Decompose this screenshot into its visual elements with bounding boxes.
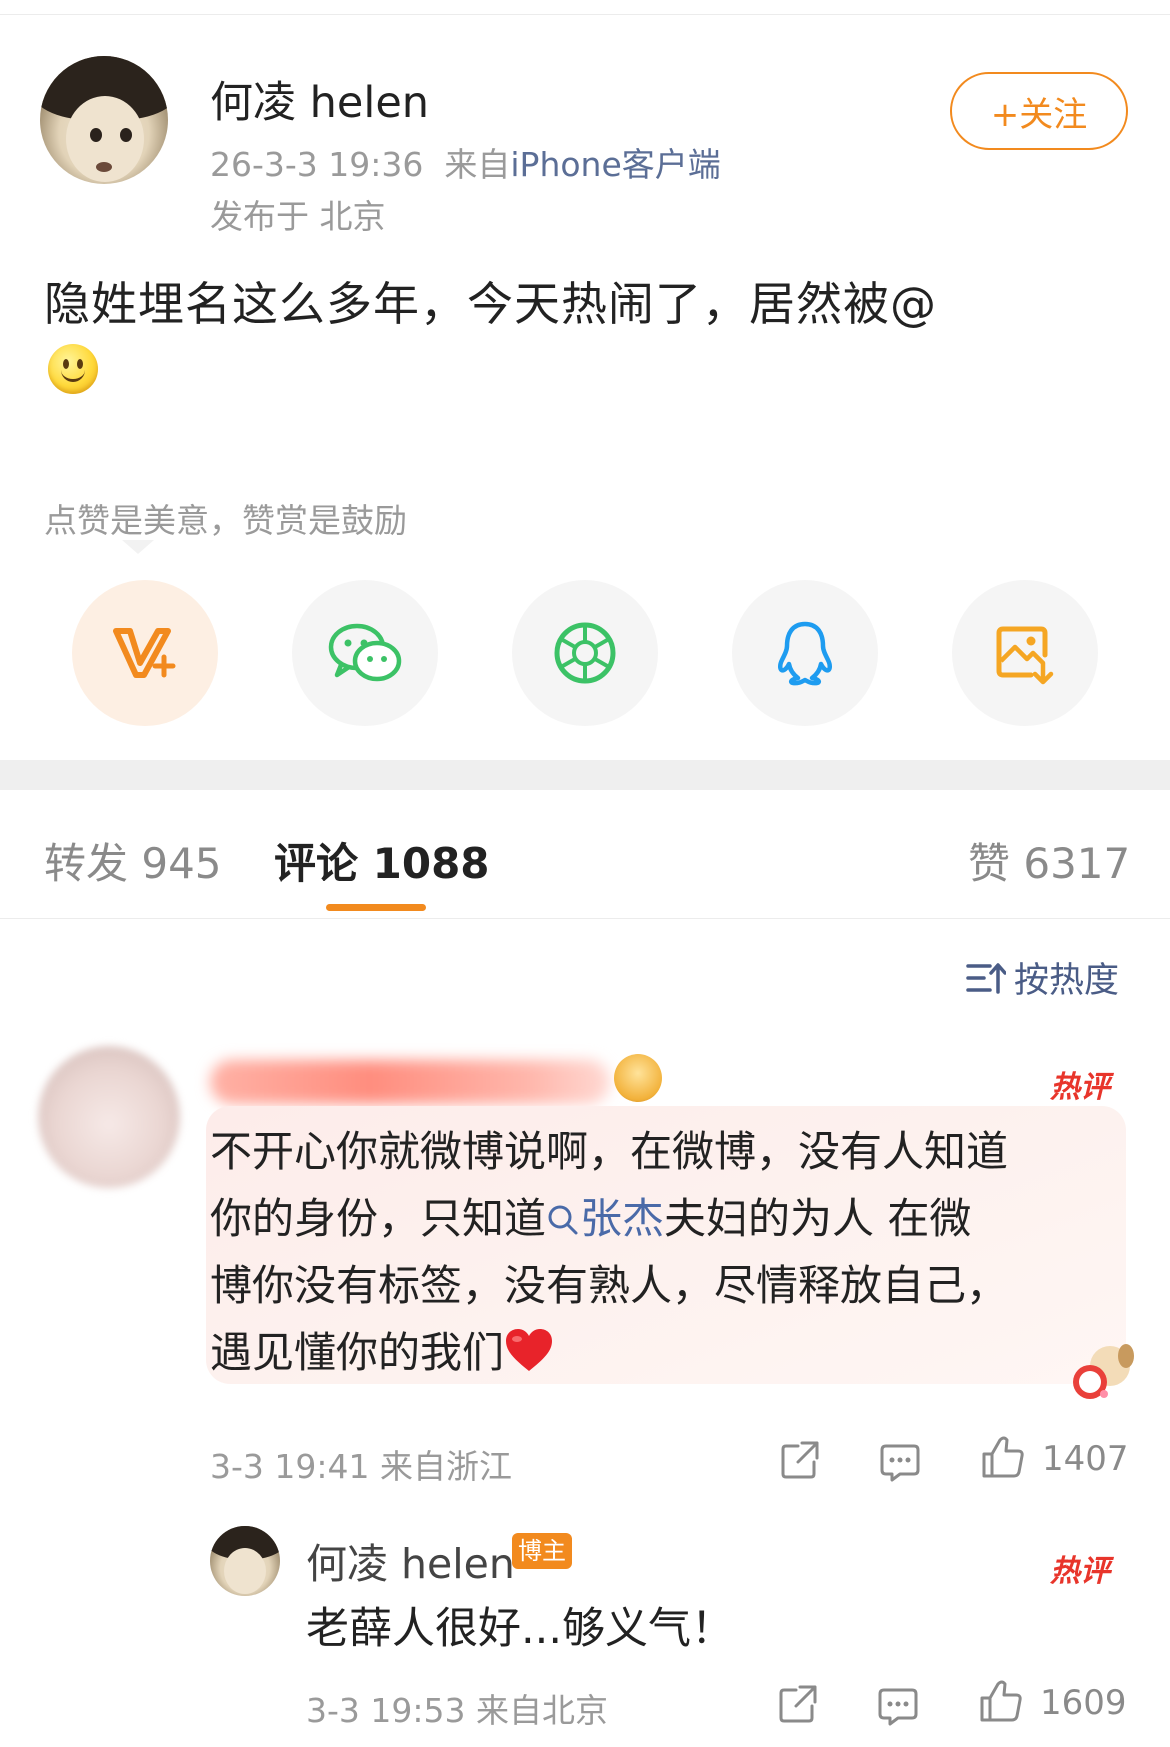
post-location: 发布于 北京 bbox=[210, 197, 386, 236]
tabs-divider bbox=[0, 918, 1170, 919]
reply-text: 老薛人很好...够义气！ bbox=[306, 1604, 735, 1654]
author-avatar[interactable] bbox=[40, 56, 168, 184]
comment-icon[interactable] bbox=[876, 1684, 920, 1728]
like-icon[interactable] bbox=[980, 1434, 1026, 1480]
post-text: 隐姓埋名这么多年，今天热闹了，居然被@ bbox=[44, 277, 937, 331]
crown-badge-icon bbox=[614, 1054, 662, 1102]
moments-icon bbox=[554, 622, 616, 684]
reply-username[interactable]: 何凌 helen bbox=[306, 1530, 515, 1590]
comment-text-part: 遇见懂你的我们 bbox=[210, 1328, 505, 1377]
comment-line: 博你没有标签，没有熟人，尽情释放自己， bbox=[210, 1261, 1009, 1310]
reward-v-icon bbox=[113, 628, 176, 678]
active-tab-indicator bbox=[326, 904, 426, 911]
comment-text-part: 你的身份，只知道 bbox=[210, 1194, 547, 1243]
comment-icon[interactable] bbox=[878, 1440, 922, 1484]
post-meta: 26-3-3 19:36 来自iPhone客户端 bbox=[210, 138, 721, 186]
sort-label: 按热度 bbox=[1014, 961, 1120, 1001]
search-link-text: 张杰 bbox=[580, 1194, 665, 1243]
top-divider bbox=[0, 14, 1170, 15]
search-link[interactable]: 张杰 bbox=[546, 1194, 664, 1243]
search-icon bbox=[548, 1205, 578, 1235]
sort-icon bbox=[966, 962, 1006, 994]
wechat-icon bbox=[328, 623, 402, 682]
tab-like[interactable]: 赞 6317 bbox=[968, 830, 1130, 891]
reply-avatar[interactable] bbox=[210, 1526, 280, 1596]
comment-text: 不开心你就微博说啊，在微博，没有人知道 你的身份，只知道 张杰夫妇的为人 在微 博… bbox=[210, 1118, 1110, 1386]
like-count: 1609 bbox=[1040, 1683, 1127, 1723]
comment-meta: 3-3 19:41 来自浙江 bbox=[210, 1447, 512, 1486]
like-icon[interactable] bbox=[978, 1678, 1024, 1724]
share-qq-button[interactable] bbox=[732, 580, 878, 726]
share-wechat-button[interactable] bbox=[292, 580, 438, 726]
comment-line: 遇见懂你的我们 bbox=[210, 1319, 1110, 1386]
save-image-button[interactable] bbox=[952, 580, 1098, 726]
hot-comment-tag: 热评 bbox=[1050, 1070, 1110, 1105]
commenter-avatar[interactable] bbox=[38, 1046, 180, 1188]
qq-icon bbox=[778, 621, 832, 686]
reward-button[interactable] bbox=[72, 580, 218, 726]
post-source[interactable]: iPhone客户端 bbox=[510, 145, 720, 184]
share-moments-button[interactable] bbox=[512, 580, 658, 726]
reward-prompt: 点赞是美意，赞赏是鼓励 bbox=[44, 501, 407, 540]
save-image-icon bbox=[996, 626, 1054, 685]
author-name[interactable]: 何凌 helen bbox=[210, 68, 429, 130]
commenter-name-blurred[interactable] bbox=[210, 1060, 610, 1104]
author-badge: 博主 bbox=[512, 1533, 572, 1569]
share-icon[interactable] bbox=[778, 1438, 822, 1482]
smile-emoji-icon bbox=[48, 344, 98, 394]
dog-sticker-icon bbox=[1073, 1344, 1134, 1399]
comment-line: 不开心你就微博说啊，在微博，没有人知道 bbox=[210, 1127, 1009, 1176]
heart-emoji-icon bbox=[506, 1329, 553, 1371]
tab-repost[interactable]: 转发 945 bbox=[44, 830, 222, 891]
reply-meta: 3-3 19:53 来自北京 bbox=[306, 1691, 608, 1730]
post-source-prefix: 来自 bbox=[444, 145, 511, 184]
section-divider bbox=[0, 760, 1170, 790]
follow-button[interactable]: +关注 bbox=[950, 72, 1128, 150]
sort-button[interactable]: 按热度 bbox=[966, 952, 1119, 1003]
tab-comment[interactable]: 评论 1088 bbox=[274, 830, 490, 891]
comment-line: 你的身份，只知道 张杰夫妇的为人 在微 bbox=[210, 1185, 1110, 1252]
share-icon[interactable] bbox=[776, 1682, 820, 1726]
like-count: 1407 bbox=[1042, 1439, 1129, 1479]
hot-comment-tag: 热评 bbox=[1050, 1554, 1110, 1589]
reward-caret bbox=[122, 540, 154, 554]
post-time: 26-3-3 19:36 bbox=[210, 145, 424, 184]
comment-text-part: 夫妇的为人 在微 bbox=[664, 1194, 972, 1243]
